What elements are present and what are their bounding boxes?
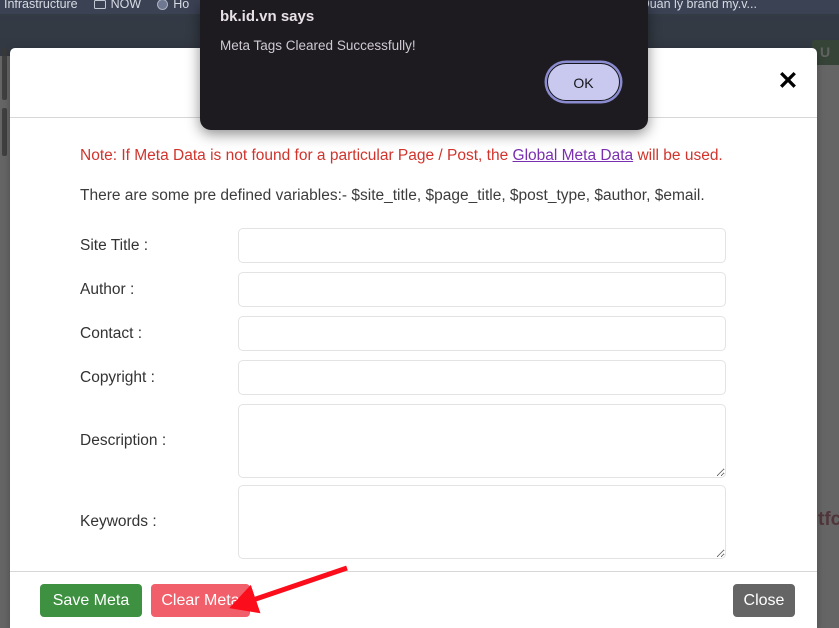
modal-body: Note: If Meta Data is not found for a pa… [10,118,817,571]
folder-icon [93,0,106,9]
site-title-label: Site Title : [80,236,149,254]
form-row-site-title: Site Title : [38,228,789,263]
description-label: Description : [80,432,167,449]
meta-note-suffix: will be used. [633,147,723,164]
page-scrollbar-track[interactable] [2,108,7,156]
keywords-textarea[interactable] [238,485,726,559]
bookmark-label: Ho [173,0,190,11]
bookmark-item-now[interactable]: NOW [93,0,142,14]
form-row-description: Description : [38,404,789,478]
screen: Infrastructure NOW Ho Quản lý brand my.v… [0,0,839,628]
close-icon[interactable]: ✕ [773,66,803,96]
bookmark-item-infrastructure[interactable]: Infrastructure [4,0,78,14]
close-button[interactable]: Close [733,584,795,617]
javascript-alert-dialog: bk.id.vn says Meta Tags Cleared Successf… [200,0,648,130]
form-row-author: Author : [38,272,789,307]
meta-note-prefix: Note: If Meta Data is not found for a pa… [80,147,513,164]
save-meta-button[interactable]: Save Meta [40,584,142,617]
page-scrollbar-thumb[interactable] [2,48,7,100]
bookmark-label: Infrastructure [4,0,78,11]
form-row-keywords: Keywords : [38,485,789,559]
copyright-input[interactable] [238,360,726,395]
predefined-variables-text: There are some pre defined variables:- $… [80,187,705,204]
contact-label: Contact : [80,324,143,342]
modal-footer: Save Meta Clear Meta Close [10,571,817,628]
contact-input[interactable] [238,316,726,351]
global-meta-data-link[interactable]: Global Meta Data [513,147,634,164]
globe-icon [157,0,169,10]
keywords-label: Keywords : [80,513,157,530]
alert-ok-button[interactable]: OK [547,63,620,101]
bookmarks-list: Infrastructure NOW Ho [0,0,189,14]
bookmark-item-quanly[interactable]: Quản lý brand my.v... [640,0,757,14]
alert-message: Meta Tags Cleared Successfully! [220,38,416,53]
meta-note: Note: If Meta Data is not found for a pa… [80,146,789,166]
bookmark-label: NOW [110,0,142,11]
form-row-contact: Contact : [38,316,789,351]
copyright-label: Copyright : [80,368,155,386]
description-textarea[interactable] [238,404,726,478]
meta-form: Site Title : Author : Contact : Copyrigh… [38,228,789,559]
bookmark-item-ho[interactable]: Ho [157,0,189,14]
meta-tags-modal: ✕ Note: If Meta Data is not found for a … [10,48,817,628]
site-title-input[interactable] [238,228,726,263]
alert-origin-title: bk.id.vn says [220,8,315,25]
author-label: Author : [80,280,135,298]
author-input[interactable] [238,272,726,307]
clear-meta-button[interactable]: Clear Meta [151,584,250,617]
form-row-copyright: Copyright : [38,360,789,395]
